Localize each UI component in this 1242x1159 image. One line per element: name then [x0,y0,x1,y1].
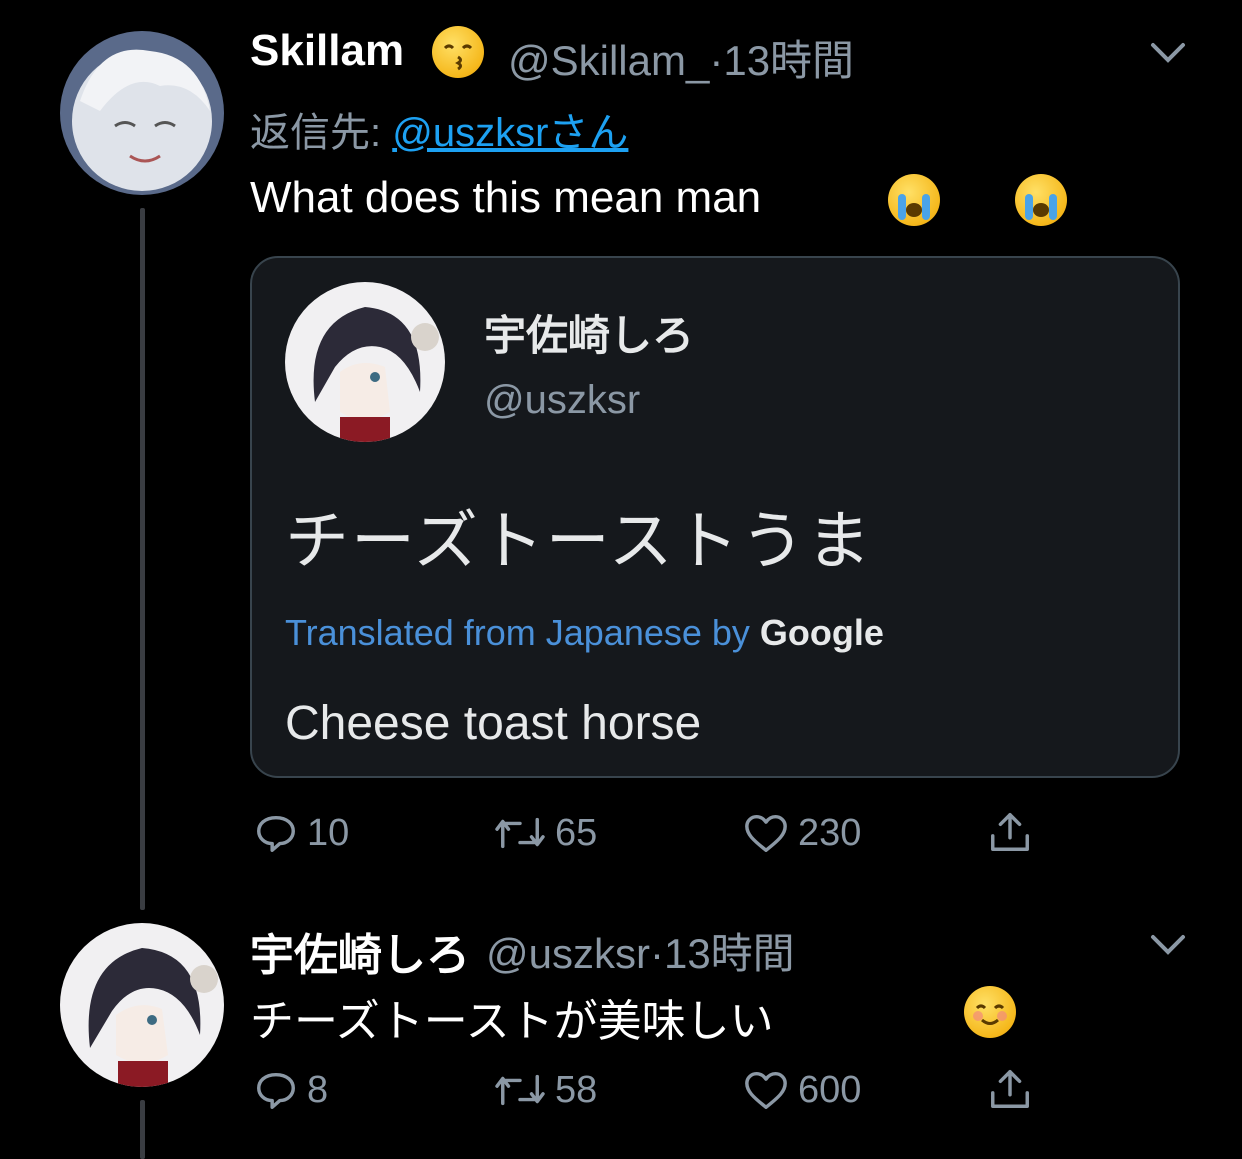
display-name[interactable]: 宇佐崎しろ [250,919,470,983]
embedded-tweet-card[interactable]: 宇佐崎しろ @uszksr チーズトーストうま Translated from … [250,256,1180,778]
tweet-text: チーズトーストが美味しい [250,985,774,1049]
reply-icon [257,1072,295,1109]
crying-emoji [888,174,941,226]
share-icon [991,813,1029,851]
thread-line-top [140,208,145,910]
kissing-emoji [432,26,484,78]
display-name[interactable]: Skillam [250,26,404,76]
reply-count: 10 [307,811,350,854]
like-icon [745,1071,787,1109]
retweet-count: 58 [555,1068,598,1111]
chevron-down-icon[interactable] [1150,42,1186,64]
chevron-down-icon[interactable] [1150,934,1186,956]
like-button[interactable]: 600 [742,1067,861,1113]
thread-line-bottom [140,1100,145,1159]
share-button[interactable] [987,808,1033,856]
card-translated-text: Cheese toast horse [285,697,702,750]
avatar-uszksr[interactable] [60,923,224,1087]
retweet-button[interactable]: 65 [493,810,597,856]
reply-icon [257,815,295,852]
card-display-name: 宇佐崎しろ [484,312,695,359]
retweet-icon [495,1074,545,1106]
reply-mention-link[interactable]: @uszksrさん [392,111,628,155]
reply-button[interactable]: 10 [253,810,349,856]
share-button[interactable] [987,1065,1033,1113]
retweet-count: 65 [555,811,598,854]
like-button[interactable]: 230 [742,810,861,856]
reply-count: 8 [307,1068,329,1111]
translation-attribution: Translated from Japanese by Google [285,612,884,654]
tweet-body: What does this mean man [250,173,762,222]
tweet-text: What does this mean man [250,173,761,223]
share-icon [991,1070,1029,1108]
card-original-text: チーズトーストうま [285,505,873,577]
smiling-emoji [964,986,1017,1038]
retweet-button[interactable]: 58 [493,1067,597,1113]
translation-label: Translated from Japanese by [285,612,750,653]
handle-time: @uszksr·13時間 [486,930,795,977]
reply-button[interactable]: 8 [253,1067,328,1113]
reply-prefix: 返信先: [250,111,382,155]
card-handle: @uszksr [484,378,641,422]
card-avatar [285,282,445,442]
crying-emoji [1014,174,1067,226]
handle-time: @Skillam_·13時間 [508,37,855,84]
google-brand: Google [759,612,884,653]
avatar-skillam[interactable] [60,31,224,195]
like-count: 230 [798,811,862,854]
reply-context: 返信先: @uszksrさん [250,100,628,158]
tweet-body: チーズトーストが美味しい [250,997,774,1046]
like-count: 600 [798,1068,862,1111]
retweet-icon [495,817,545,849]
like-icon [745,814,787,852]
